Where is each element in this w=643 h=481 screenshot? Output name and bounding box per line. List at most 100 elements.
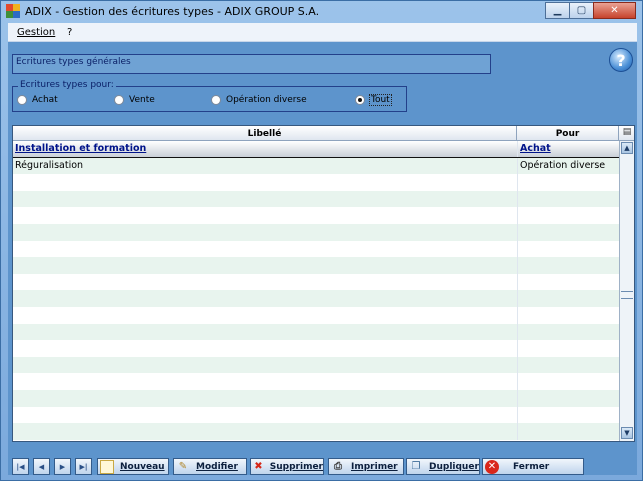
cell-libelle [13,290,517,307]
radio-circle[interactable] [355,95,365,105]
nouveau-button[interactable]: Nouveau [97,458,169,475]
cell-pour [517,290,619,307]
table-row[interactable] [13,323,619,341]
cell-libelle [13,324,517,341]
cell-pour: Achat [517,141,619,157]
menu-help[interactable]: ? [67,27,72,38]
cell-pour [517,356,619,374]
nav-prev-button[interactable]: ◀ [33,458,50,475]
table-row[interactable] [13,290,619,307]
close-circle-icon: ✕ [485,459,499,474]
cell-pour [517,307,619,324]
button-label: Fermer [513,461,550,472]
radio-achat[interactable]: Achat [17,95,58,105]
cell-pour [517,207,619,224]
table-row[interactable] [13,307,619,324]
table-settings-icon[interactable]: ▤ [621,127,633,139]
main-content: Ecritures types générales ? Ecritures ty… [8,42,637,475]
cell-pour [517,373,619,390]
window-title: ADIX - Gestion des écritures types - ADI… [25,5,320,18]
grid-rows: Installation et formation Achat Réguralisa… [13,141,619,441]
grid-header: Libellé Pour ▤ [13,126,634,141]
modifier-button[interactable]: ✎ Modifier [173,458,247,475]
table-row[interactable] [13,390,619,407]
cell-libelle: Réguralisation [15,160,84,172]
table-row[interactable] [13,373,619,390]
filter-legend: Ecritures types pour: [18,80,116,90]
minimize-button[interactable]: ▁ [545,2,570,19]
vertical-scrollbar[interactable]: ▲ ▼ [619,141,634,441]
cell-libelle [13,207,517,224]
table-row[interactable] [13,340,619,357]
imprimer-button[interactable]: ⎙ Imprimer [328,458,404,475]
cell-libelle [13,357,517,374]
radio-operation-diverse[interactable]: Opération diverse [211,95,307,105]
title-bar[interactable]: ADIX - Gestion des écritures types - ADI… [1,1,642,22]
cell-pour [517,390,619,407]
table-row[interactable]: Installation et formation Achat [13,141,619,158]
table-row[interactable] [13,273,619,291]
button-label: Nouveau [120,461,165,472]
close-window-button[interactable]: ✕ [593,2,636,19]
nav-first-button[interactable]: |◀ [12,458,29,475]
radio-tout[interactable]: Tout [355,94,392,106]
table-row[interactable] [13,207,619,224]
column-header-pour[interactable]: Pour [517,126,619,141]
cell-pour [517,340,619,357]
table-row[interactable] [13,224,619,241]
button-label: Imprimer [351,461,398,472]
cell-pour [517,174,619,191]
cell-libelle [13,340,517,357]
table-row[interactable]: Réguralisation Opération diverse [13,157,619,175]
nav-last-button[interactable]: ▶| [75,458,92,475]
scroll-up-icon[interactable]: ▲ [621,142,633,154]
cell-libelle [13,423,517,440]
table-row[interactable] [13,356,619,374]
maximize-button[interactable]: ▢ [569,2,594,19]
cell-libelle [13,174,517,191]
fermer-button[interactable]: ✕ Fermer [482,458,584,475]
cell-pour [517,323,619,341]
scroll-down-icon[interactable]: ▼ [621,427,633,439]
pencil-icon: ✎ [178,461,188,472]
cell-libelle [13,307,517,324]
duplicate-icon: ❐ [411,461,421,472]
main-window: ADIX - Gestion des écritures types - ADI… [0,0,643,481]
cell-libelle [13,224,517,241]
table-row[interactable] [13,257,619,274]
client-area: Gestion ? Ecritures types générales ? Ec… [8,23,637,475]
radio-label: Achat [32,95,58,105]
dupliquer-button[interactable]: ❐ Dupliquer [406,458,480,475]
supprimer-button[interactable]: ✖ Supprimer [250,458,324,475]
radio-label: Opération diverse [226,95,307,105]
cell-libelle [13,257,517,274]
cell-pour [517,240,619,258]
cell-pour [517,257,619,274]
table-row[interactable] [13,406,619,424]
menu-gestion[interactable]: Gestion [17,27,55,38]
cell-libelle [13,390,517,407]
radio-circle[interactable] [17,95,27,105]
button-label: Dupliquer [429,461,479,472]
table-row[interactable] [13,174,619,191]
help-icon[interactable]: ? [609,48,633,72]
ecritures-grid[interactable]: Libellé Pour ▤ Installation et formation… [12,125,635,442]
menu-bar: Gestion ? [8,23,637,42]
table-row[interactable] [13,190,619,208]
cell-libelle [13,241,517,258]
cell-pour [517,273,619,291]
cell-pour [517,190,619,208]
radio-vente[interactable]: Vente [114,95,155,105]
cell-pour [517,423,619,440]
table-row[interactable] [13,240,619,258]
table-row[interactable] [13,423,619,440]
radio-circle[interactable] [211,95,221,105]
radio-circle[interactable] [114,95,124,105]
scroll-thumb[interactable] [621,291,633,299]
cell-libelle [13,407,517,424]
column-header-libelle[interactable]: Libellé [13,126,517,141]
nav-next-button[interactable]: ▶ [54,458,71,475]
new-document-icon [100,459,114,474]
cell-libelle [13,191,517,208]
cell-pour: Opération diverse [517,157,619,175]
